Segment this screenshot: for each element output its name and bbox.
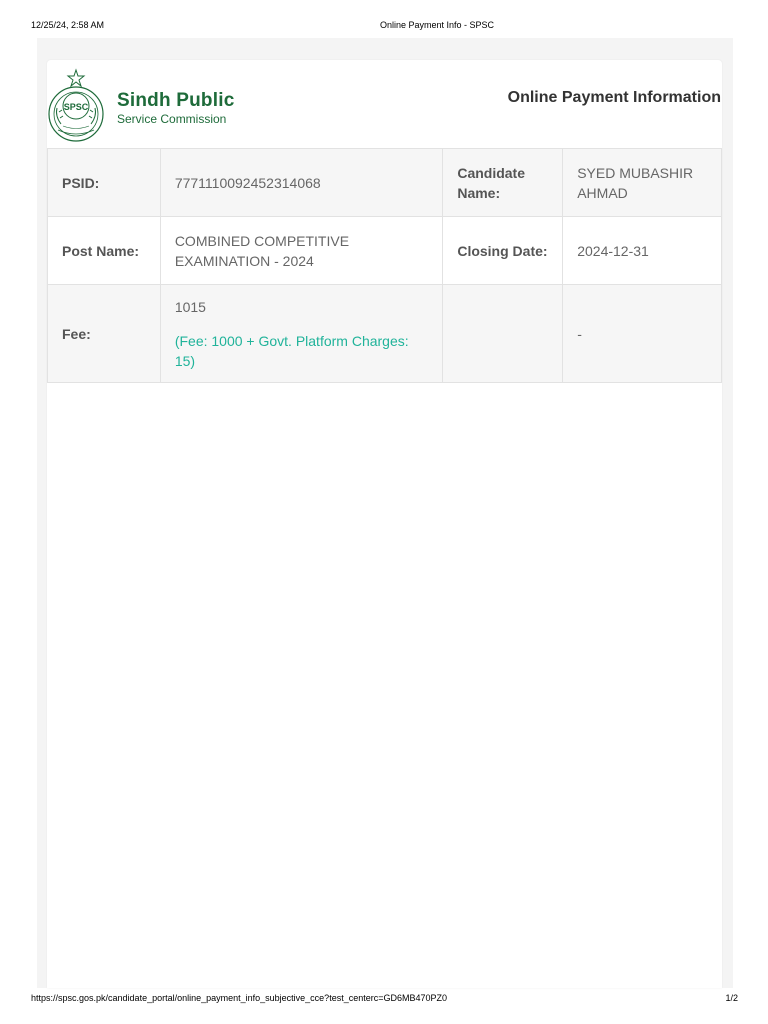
candidate-name-value: SYED MUBASHIR AHMAD — [562, 148, 722, 217]
empty-value-cell: - — [562, 284, 722, 383]
table-row: Fee: 1015 (Fee: 1000 + Govt. Platform Ch… — [47, 284, 722, 383]
fee-value: 1015 — [174, 298, 206, 315]
candidate-name-label: Candidate Name: — [442, 148, 564, 217]
print-datetime: 12/25/24, 2:58 AM — [31, 20, 105, 30]
org-subtitle: Service Commission — [117, 112, 227, 126]
spsc-logo-emblem: SPSC — [48, 68, 104, 142]
svg-text:SPSC: SPSC — [64, 102, 89, 112]
print-title: Online Payment Info - SPSC — [380, 20, 495, 30]
payment-info-table: PSID: 7771110092452314068 Candidate Name… — [47, 148, 722, 383]
table-row: PSID: 7771110092452314068 Candidate Name… — [47, 148, 722, 217]
print-header: 12/25/24, 2:58 AM Online Payment Info - … — [0, 0, 768, 38]
fee-cell: 1015 (Fee: 1000 + Govt. Platform Charges… — [159, 284, 444, 383]
empty-label-cell — [442, 284, 564, 383]
post-name-value: COMBINED COMPETITIVE EXAMINATION - 2024 — [159, 216, 444, 285]
psid-value: 7771110092452314068 — [159, 148, 444, 217]
print-page-number: 1/2 — [725, 993, 738, 1003]
closing-date-label: Closing Date: — [442, 216, 564, 285]
table-row: Post Name: COMBINED COMPETITIVE EXAMINAT… — [47, 216, 722, 285]
closing-date-value: 2024-12-31 — [562, 216, 722, 285]
print-footer-url: https://spsc.gos.pk/candidate_portal/onl… — [31, 993, 447, 1003]
psid-label: PSID: — [47, 148, 161, 217]
fee-breakdown: (Fee: 1000 + Govt. Platform Charges: 15) — [174, 332, 409, 369]
post-name-label: Post Name: — [47, 216, 161, 285]
fee-label: Fee: — [47, 284, 161, 383]
org-name: Sindh Public — [117, 90, 235, 111]
page-title: Online Payment Information — [507, 89, 721, 106]
